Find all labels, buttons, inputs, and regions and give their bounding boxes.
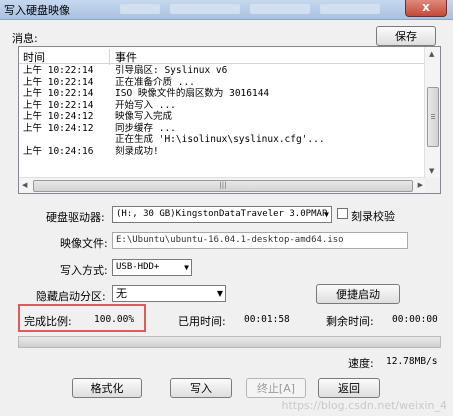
column-header-event[interactable]: 事件 (115, 49, 137, 65)
back-button[interactable]: 返回 (318, 378, 380, 398)
speed-value: 12.78MB/s (386, 356, 438, 367)
image-file-label: 映像文件: (60, 237, 108, 250)
hidden-partition-select[interactable]: 无 ▼ (112, 285, 226, 302)
convenient-boot-button[interactable]: 便捷启动 (316, 284, 400, 304)
log-list[interactable]: 时间 事件 上午 10:22:14 引导扇区: Syslinux v6 上午 10… (18, 46, 441, 194)
write-mode-label: 写入方式: (60, 264, 108, 277)
column-divider (109, 49, 110, 65)
log-row: 正在生成 'H:\isolinux\syslinux.cfg'... (19, 134, 426, 146)
close-icon: x (422, 0, 430, 14)
remaining-value: 00:00:00 (392, 314, 438, 325)
log-time: 上午 10:22:14 (23, 76, 94, 88)
log-event: 同步缓存 ... (115, 122, 176, 134)
scroll-left-icon[interactable]: ◀ (22, 181, 27, 189)
scroll-up-icon[interactable]: ▲ (429, 50, 434, 58)
column-header-time[interactable]: 时间 (23, 49, 45, 65)
log-time: 上午 10:22:14 (23, 65, 94, 76)
log-row: 上午 10:24:12 同步缓存 ... (19, 123, 426, 135)
log-time: 上午 10:24:12 (23, 122, 94, 134)
verify-checkbox[interactable] (337, 208, 348, 219)
speed-label: 速度: (348, 357, 374, 370)
grip-line (431, 114, 435, 115)
taskbar-blur (250, 4, 310, 14)
scroll-corner (425, 178, 440, 193)
chevron-down-icon: ▼ (324, 210, 329, 219)
scroll-down-icon[interactable]: ▼ (429, 167, 434, 175)
log-rows: 上午 10:22:14 引导扇区: Syslinux v6 上午 10:22:14… (19, 65, 426, 157)
log-time: 上午 10:22:14 (23, 88, 94, 99)
complete-value: 100.00% (94, 314, 135, 325)
log-row: 上午 10:24:12 映像写入完成 (19, 111, 426, 123)
watermark: https://blog.csdn.net/weixin_4 (281, 399, 447, 412)
horizontal-scroll-thumb[interactable]: ||| (33, 180, 413, 192)
grip-line (431, 118, 435, 119)
chevron-down-icon: ▼ (216, 289, 223, 298)
log-row: 上午 10:24:16 刻录成功! (19, 146, 426, 158)
verify-label: 刻录校验 (351, 210, 395, 223)
drive-value: (H:, 30 GB)KingstonDataTraveler 3.0PMAP (116, 209, 328, 219)
scroll-right-icon[interactable]: ▶ (418, 181, 423, 189)
hidden-partition-value: 无 (116, 287, 127, 300)
elapsed-label: 已用时间: (178, 315, 226, 328)
window-title: 写入硬盘映像 (4, 4, 70, 17)
log-event: 刻录成功! (115, 145, 159, 157)
write-button[interactable]: 写入 (170, 378, 232, 398)
drive-select[interactable]: (H:, 30 GB)KingstonDataTraveler 3.0PMAP … (112, 206, 332, 223)
grip-line (431, 116, 435, 117)
taskbar-blur (170, 4, 240, 14)
save-button[interactable]: 保存 (376, 26, 436, 46)
vertical-scrollbar[interactable]: ▲ ▼ (424, 47, 440, 178)
log-event: 开始写入 ... (115, 99, 176, 111)
log-time: 上午 10:24:16 (23, 145, 94, 157)
log-row: 上午 10:22:14 开始写入 ... (19, 100, 426, 112)
taskbar-blur (320, 4, 380, 14)
log-row: 上午 10:22:14 正在准备介质 ... (19, 77, 426, 89)
remaining-label: 剩余时间: (326, 315, 374, 328)
log-event: 正在生成 'H:\isolinux\syslinux.cfg'... (115, 134, 325, 145)
messages-label: 消息: (12, 32, 38, 45)
log-time: 上午 10:22:14 (23, 99, 94, 111)
log-event: ISO 映像文件的扇区数为 3016144 (115, 88, 270, 99)
complete-label: 完成比例: (24, 315, 72, 328)
progress-bar (18, 336, 441, 348)
log-row: 上午 10:22:14 引导扇区: Syslinux v6 (19, 65, 426, 77)
log-event: 正在准备介质 ... (115, 76, 195, 88)
drive-label: 硬盘驱动器: (46, 211, 105, 224)
close-button[interactable]: x (405, 0, 447, 17)
hidden-partition-label: 隐藏启动分区: (36, 290, 106, 303)
elapsed-value: 00:01:58 (244, 314, 290, 325)
stop-button[interactable]: 终止[A] (246, 378, 306, 398)
write-mode-select[interactable]: USB-HDD+ ▼ (112, 259, 192, 276)
title-bar: 写入硬盘映像 x (0, 0, 453, 20)
taskbar-blur (120, 4, 160, 14)
chevron-down-icon: ▼ (184, 263, 189, 272)
progress-fill (19, 337, 440, 347)
format-button[interactable]: 格式化 (72, 378, 142, 398)
log-time: 上午 10:24:12 (23, 111, 94, 122)
horizontal-scrollbar[interactable]: ◀ ||| ▶ (19, 177, 426, 193)
vertical-scroll-thumb[interactable] (427, 87, 439, 147)
log-event: 引导扇区: Syslinux v6 (115, 65, 228, 76)
log-header: 时间 事件 (19, 47, 426, 65)
write-mode-value: USB-HDD+ (116, 262, 160, 272)
log-event: 映像写入完成 (115, 111, 173, 122)
image-file-field[interactable]: E:\Ubuntu\ubuntu-16.04.1-desktop-amd64.i… (112, 232, 408, 249)
log-row: 上午 10:22:14 ISO 映像文件的扇区数为 3016144 (19, 88, 426, 100)
